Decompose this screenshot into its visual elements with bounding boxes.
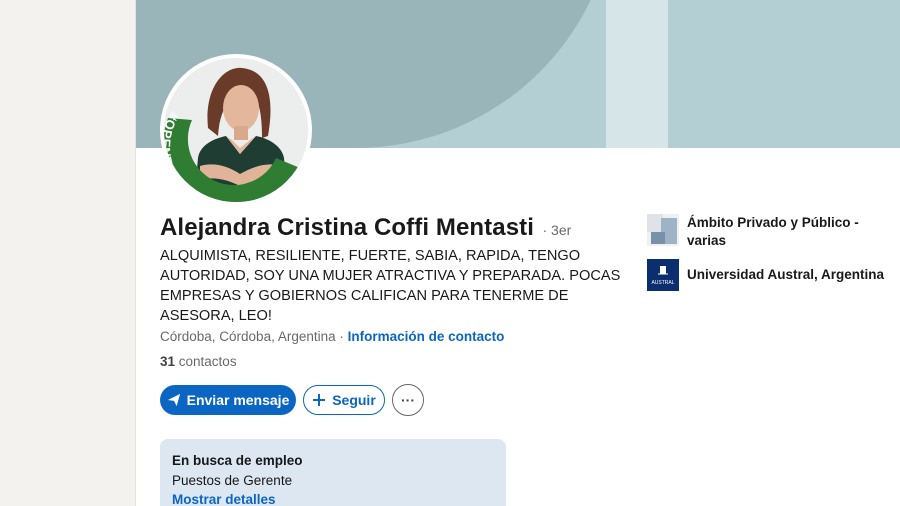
- profile-location: Córdoba, Córdoba, Argentina: [160, 329, 336, 344]
- send-message-button[interactable]: Enviar mensaje: [160, 385, 296, 415]
- profile-headline: ALQUIMISTA, RESILIENTE, FUERTE, SABIA, R…: [160, 248, 621, 324]
- austral-logo-text: AUSTRAL: [651, 280, 674, 286]
- profile-name: Alejandra Cristina Coffi Mentasti: [160, 214, 535, 241]
- company-logo: [647, 214, 679, 246]
- profile-avatar[interactable]: #OPENTOWORK: [160, 54, 312, 206]
- follow-button[interactable]: Seguir: [303, 385, 385, 415]
- school-logo: AUSTRAL: [647, 259, 679, 291]
- connections-count[interactable]: 31 contactos: [160, 354, 237, 369]
- contact-info-link[interactable]: Información de contacto: [348, 329, 505, 344]
- avatar-photo: #OPENTOWORK: [164, 58, 308, 202]
- open-to-work-title: En busca de empleo: [172, 453, 303, 468]
- experience-company-name: Ámbito Privado y Público - varias: [687, 215, 859, 248]
- more-icon: ···: [401, 392, 415, 408]
- connection-degree: · 3er: [542, 222, 572, 238]
- connections-label: contactos: [175, 354, 237, 369]
- open-to-work-roles: Puestos de Gerente: [172, 473, 293, 488]
- education-school-name: Universidad Austral, Argentina: [687, 267, 885, 282]
- location-row: Córdoba, Córdoba, Argentina · Informació…: [160, 329, 504, 344]
- send-message-label: Enviar mensaje: [186, 392, 290, 408]
- name-row: Alejandra Cristina Coffi Mentasti · 3er: [160, 214, 571, 242]
- send-icon: [167, 393, 180, 407]
- more-actions-button[interactable]: ···: [392, 384, 424, 416]
- experience-item-1[interactable]: Ámbito Privado y Público - varias: [647, 214, 859, 250]
- profile-card: #OPENTOWORK Alejandra Cristina Coffi Men…: [135, 0, 900, 506]
- education-item-1[interactable]: AUSTRAL Universidad Austral, Argentina: [647, 259, 884, 291]
- austral-crest-icon: AUSTRAL: [647, 259, 679, 291]
- follow-label: Seguir: [332, 392, 376, 408]
- open-to-work-card: En busca de empleo Puestos de Gerente Mo…: [160, 439, 506, 506]
- opentowork-ring: #OPENTOWORK: [164, 110, 300, 202]
- connections-number: 31: [160, 354, 176, 369]
- plus-icon: [313, 394, 326, 406]
- company-placeholder-icon: [647, 214, 679, 246]
- show-details-link[interactable]: Mostrar detalles: [172, 492, 494, 506]
- banner-stripe: [606, 0, 668, 148]
- separator: ·: [339, 329, 348, 344]
